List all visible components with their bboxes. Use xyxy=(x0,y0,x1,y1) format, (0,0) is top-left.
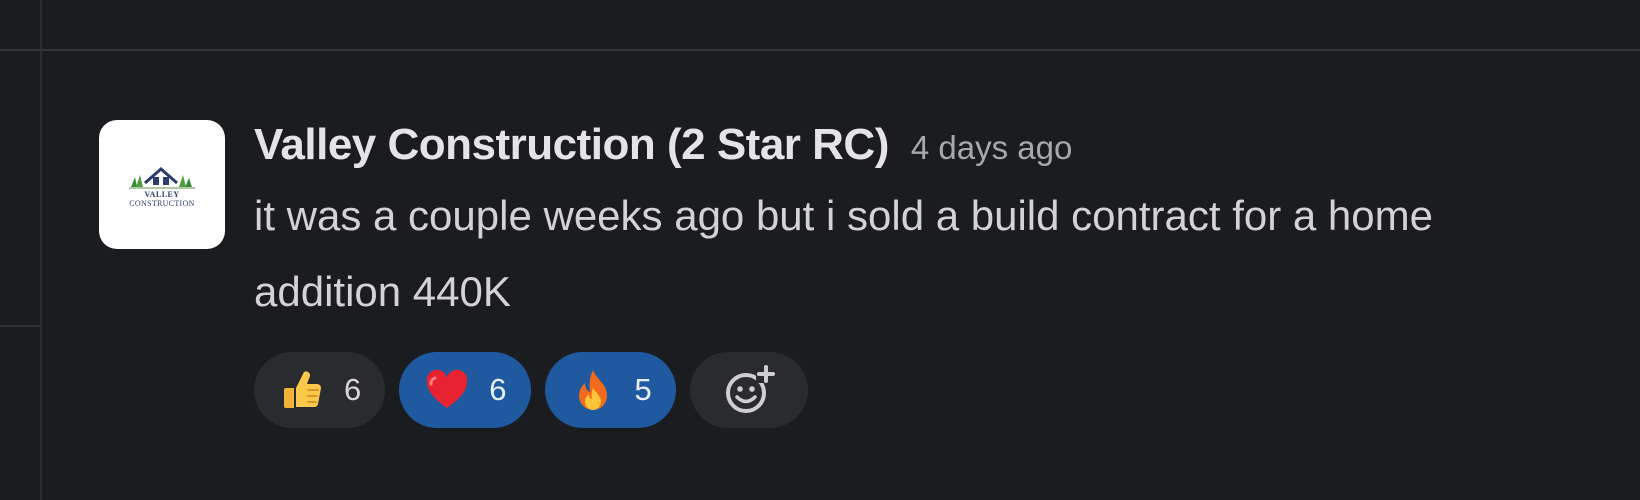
sidebar-divider xyxy=(40,0,42,500)
reaction-count: 6 xyxy=(489,372,507,407)
logo-text-bottom: CONSTRUCTION xyxy=(129,199,195,208)
message-header: Valley Construction (2 Star RC) 4 days a… xyxy=(254,120,1614,178)
reaction-count: 5 xyxy=(634,372,652,407)
add-emoji-icon xyxy=(725,365,776,413)
logo-text-top: VALLEY xyxy=(144,190,180,199)
reaction-bar: 6 6 5 xyxy=(254,352,1614,428)
red-heart-icon xyxy=(427,369,468,408)
header-divider xyxy=(0,49,1640,51)
reaction-count: 6 xyxy=(344,372,362,407)
company-logo-icon xyxy=(129,167,195,189)
message-text: it was a couple weeks ago but i sold a b… xyxy=(254,192,1433,315)
sender-name[interactable]: Valley Construction (2 Star RC) xyxy=(254,120,889,170)
fire-icon xyxy=(578,370,607,410)
reaction-heart[interactable]: 6 xyxy=(399,352,531,428)
message-view: VALLEY CONSTRUCTION Valley Construction … xyxy=(0,0,1640,500)
reaction-fire[interactable]: 5 xyxy=(544,352,676,428)
sidebar-row-divider xyxy=(0,325,40,327)
message-body: Valley Construction (2 Star RC) 4 days a… xyxy=(254,120,1614,428)
avatar[interactable]: VALLEY CONSTRUCTION xyxy=(99,120,225,249)
reaction-thumbs-up[interactable]: 6 xyxy=(254,352,386,428)
message-timestamp[interactable]: 4 days ago xyxy=(911,129,1072,167)
add-reaction-button[interactable] xyxy=(689,352,808,428)
thumbs-up-icon xyxy=(284,371,321,408)
